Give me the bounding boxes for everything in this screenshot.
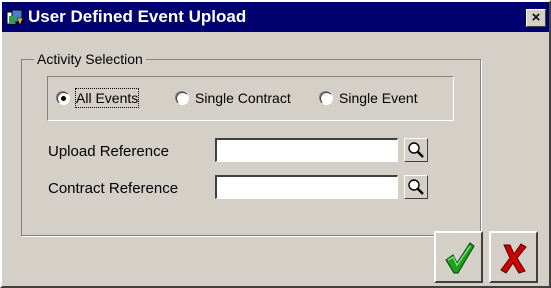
upload-reference-input[interactable] [215, 138, 398, 162]
magnifier-icon [408, 142, 424, 158]
radio-label-single-event[interactable]: Single Event [339, 89, 418, 107]
radio-dot [61, 96, 66, 101]
app-icon [6, 9, 24, 26]
radio-button[interactable] [320, 92, 333, 105]
radio-button[interactable] [176, 92, 189, 105]
red-x-icon [500, 243, 527, 274]
radio-label-all-events[interactable]: All Events [74, 88, 140, 108]
activity-selection-legend: Activity Selection [34, 51, 146, 67]
contract-reference-input[interactable] [215, 175, 398, 199]
contract-reference-label: Contract Reference [48, 180, 179, 197]
radio-button-selected[interactable] [57, 92, 70, 105]
magnifier-icon [408, 179, 424, 195]
activity-radio-group: All Events Single Contract Single Event [47, 76, 454, 121]
upload-reference-lov-button[interactable] [404, 138, 428, 162]
title-bar[interactable]: User Defined Event Upload × [2, 2, 549, 32]
close-button[interactable]: × [526, 9, 546, 27]
window-title: User Defined Event Upload [28, 7, 247, 26]
ok-button[interactable] [434, 231, 483, 283]
green-checkmark-icon [445, 242, 475, 274]
dialog-window: User Defined Event Upload × Activity Sel… [0, 0, 551, 288]
cancel-button[interactable] [489, 231, 538, 283]
upload-reference-label: Upload Reference [48, 143, 169, 160]
contract-reference-lov-button[interactable] [404, 175, 428, 199]
radio-label-single-contract[interactable]: Single Contract [195, 89, 291, 107]
close-icon: × [531, 9, 541, 26]
